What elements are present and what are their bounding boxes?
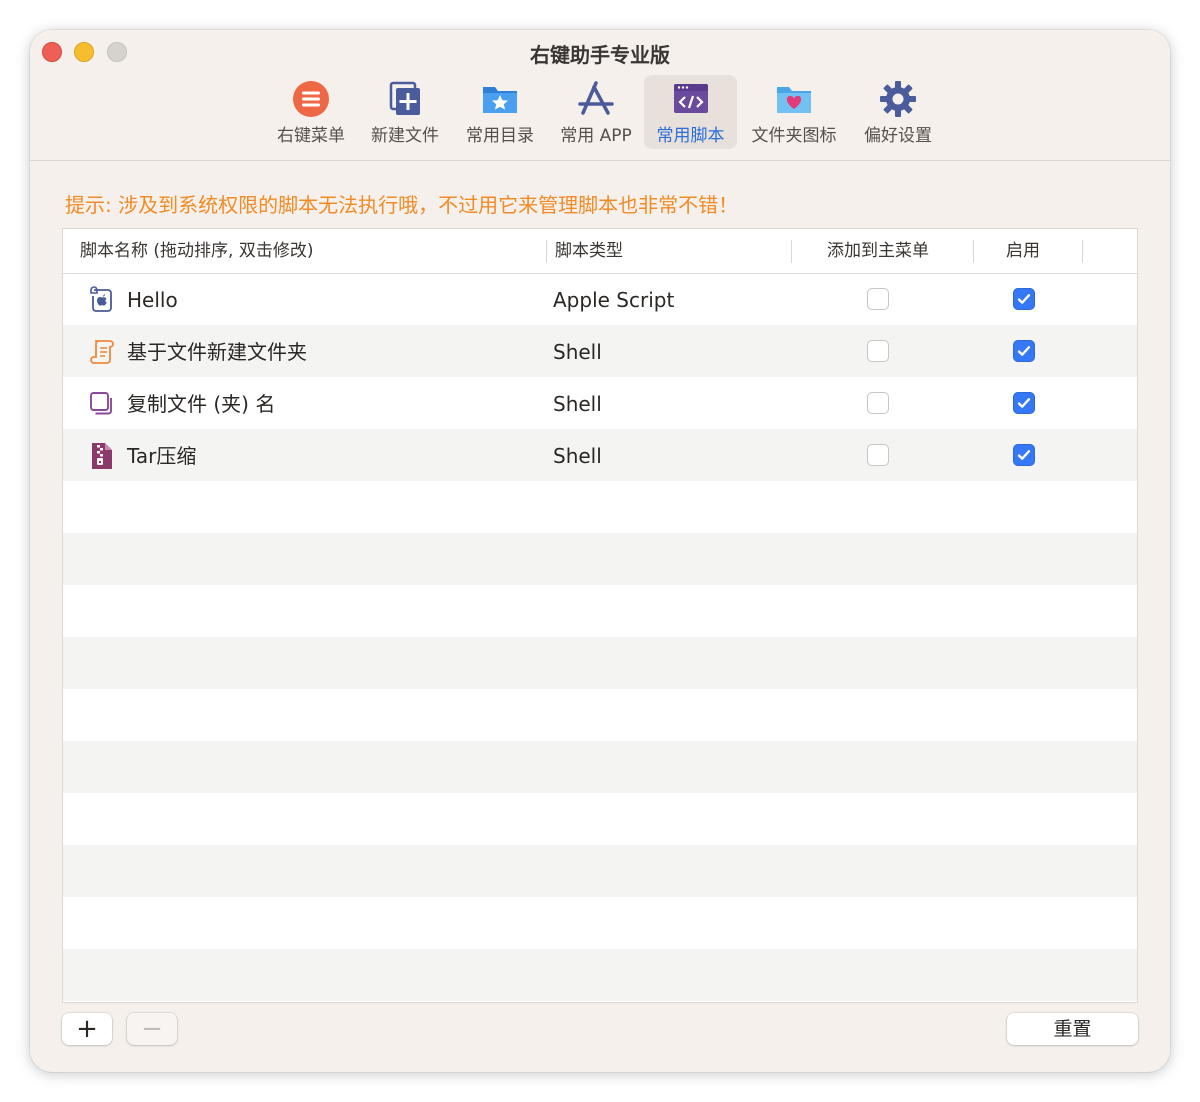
empty-row — [63, 637, 1137, 689]
tab-label: 新建文件 — [371, 126, 439, 146]
tab-folder-icons[interactable]: 文件夹图标 — [742, 75, 846, 149]
column-header-name[interactable]: 脚本名称 (拖动排序, 双击修改) — [80, 229, 313, 273]
scroll-icon — [90, 340, 114, 364]
script-type: Shell — [553, 392, 602, 416]
new-file-icon — [389, 81, 420, 115]
add-to-main-checkbox[interactable] — [867, 392, 889, 414]
empty-row — [63, 949, 1137, 1001]
script-name: Tar压缩 — [127, 444, 197, 468]
column-divider[interactable] — [973, 240, 974, 263]
column-divider[interactable] — [546, 240, 547, 263]
applescript-icon — [90, 286, 112, 312]
script-type: Apple Script — [553, 288, 675, 312]
tab-label: 文件夹图标 — [751, 126, 837, 146]
script-type: Shell — [553, 340, 602, 364]
toolbar: 右键菜单 新建文件 常用目录 常用 APP 常用脚本 文件夹图标 偏好设置 — [30, 75, 1170, 150]
app-store-icon — [578, 81, 614, 115]
checkmark-icon — [1017, 294, 1031, 304]
tab-new-file[interactable]: 新建文件 — [360, 75, 450, 149]
table-body: Hello Apple Script 基于文件新建文件夹 Shell 复制文件 … — [63, 273, 1137, 1001]
empty-row — [63, 689, 1137, 741]
enabled-checkbox[interactable] — [1013, 444, 1035, 466]
add-to-main-checkbox[interactable] — [867, 288, 889, 310]
script-name: Hello — [127, 288, 178, 312]
checkmark-icon — [1017, 346, 1031, 356]
column-divider[interactable] — [791, 240, 792, 263]
empty-row — [63, 585, 1137, 637]
remove-script-button[interactable]: − — [127, 1013, 177, 1045]
checkmark-icon — [1017, 398, 1031, 408]
column-divider[interactable] — [1082, 240, 1083, 263]
tab-context-menu[interactable]: 右键菜单 — [266, 75, 356, 149]
reset-button[interactable]: 重置 — [1007, 1013, 1138, 1045]
tab-label: 常用 APP — [560, 126, 632, 146]
table-row[interactable]: 复制文件 (夹) 名 Shell — [63, 377, 1137, 429]
add-script-button[interactable]: + — [62, 1013, 112, 1045]
add-to-main-checkbox[interactable] — [867, 444, 889, 466]
empty-row — [63, 897, 1137, 949]
enabled-checkbox[interactable] — [1013, 392, 1035, 414]
tab-preferences[interactable]: 偏好设置 — [852, 75, 944, 149]
column-header-add-to-main[interactable]: 添加到主菜单 — [827, 229, 929, 273]
hint-text: 提示: 涉及到系统权限的脚本无法执行哦，不过用它来管理脚本也非常不错！ — [65, 193, 739, 217]
enabled-checkbox[interactable] — [1013, 288, 1035, 310]
script-type: Shell — [553, 444, 602, 468]
tab-common-folders[interactable]: 常用目录 — [455, 75, 545, 149]
empty-row — [63, 845, 1137, 897]
enabled-checkbox[interactable] — [1013, 340, 1035, 362]
script-window-icon — [673, 84, 708, 113]
menu-circle-icon — [293, 81, 329, 117]
app-window: 右键助手专业版 右键菜单 新建文件 常用目录 常用 APP 常用脚本 文件夹图标… — [30, 30, 1170, 1072]
folder-heart-icon — [777, 87, 811, 113]
tab-label: 偏好设置 — [864, 126, 932, 146]
archive-icon — [92, 443, 112, 469]
tab-label: 常用目录 — [466, 126, 534, 146]
script-name: 基于文件新建文件夹 — [127, 340, 307, 364]
table-row[interactable]: Tar压缩 Shell — [63, 429, 1137, 481]
empty-row — [63, 793, 1137, 845]
empty-row — [63, 741, 1137, 793]
tab-common-apps[interactable]: 常用 APP — [550, 75, 642, 149]
scripts-table: 脚本名称 (拖动排序, 双击修改) 脚本类型 添加到主菜单 启用 Hello A… — [62, 228, 1138, 1003]
tab-label: 右键菜单 — [277, 126, 345, 146]
table-header: 脚本名称 (拖动排序, 双击修改) 脚本类型 添加到主菜单 启用 — [63, 229, 1137, 274]
checkmark-icon — [1017, 450, 1031, 460]
tab-common-scripts[interactable]: 常用脚本 — [644, 75, 737, 149]
table-row[interactable]: 基于文件新建文件夹 Shell — [63, 325, 1137, 377]
script-name: 复制文件 (夹) 名 — [127, 392, 276, 416]
window-title: 右键助手专业版 — [530, 43, 670, 67]
column-header-enabled[interactable]: 启用 — [1006, 229, 1040, 273]
tab-label: 常用脚本 — [656, 126, 725, 146]
copy-icon — [90, 392, 112, 415]
gear-icon — [880, 81, 916, 117]
title-bar: 右键助手专业版 右键菜单 新建文件 常用目录 常用 APP 常用脚本 文件夹图标… — [30, 30, 1170, 161]
table-row[interactable]: Hello Apple Script — [63, 273, 1137, 325]
folder-star-icon — [483, 87, 517, 113]
column-header-type[interactable]: 脚本类型 — [555, 229, 623, 273]
empty-row — [63, 481, 1137, 533]
add-to-main-checkbox[interactable] — [867, 340, 889, 362]
empty-row — [63, 533, 1137, 585]
